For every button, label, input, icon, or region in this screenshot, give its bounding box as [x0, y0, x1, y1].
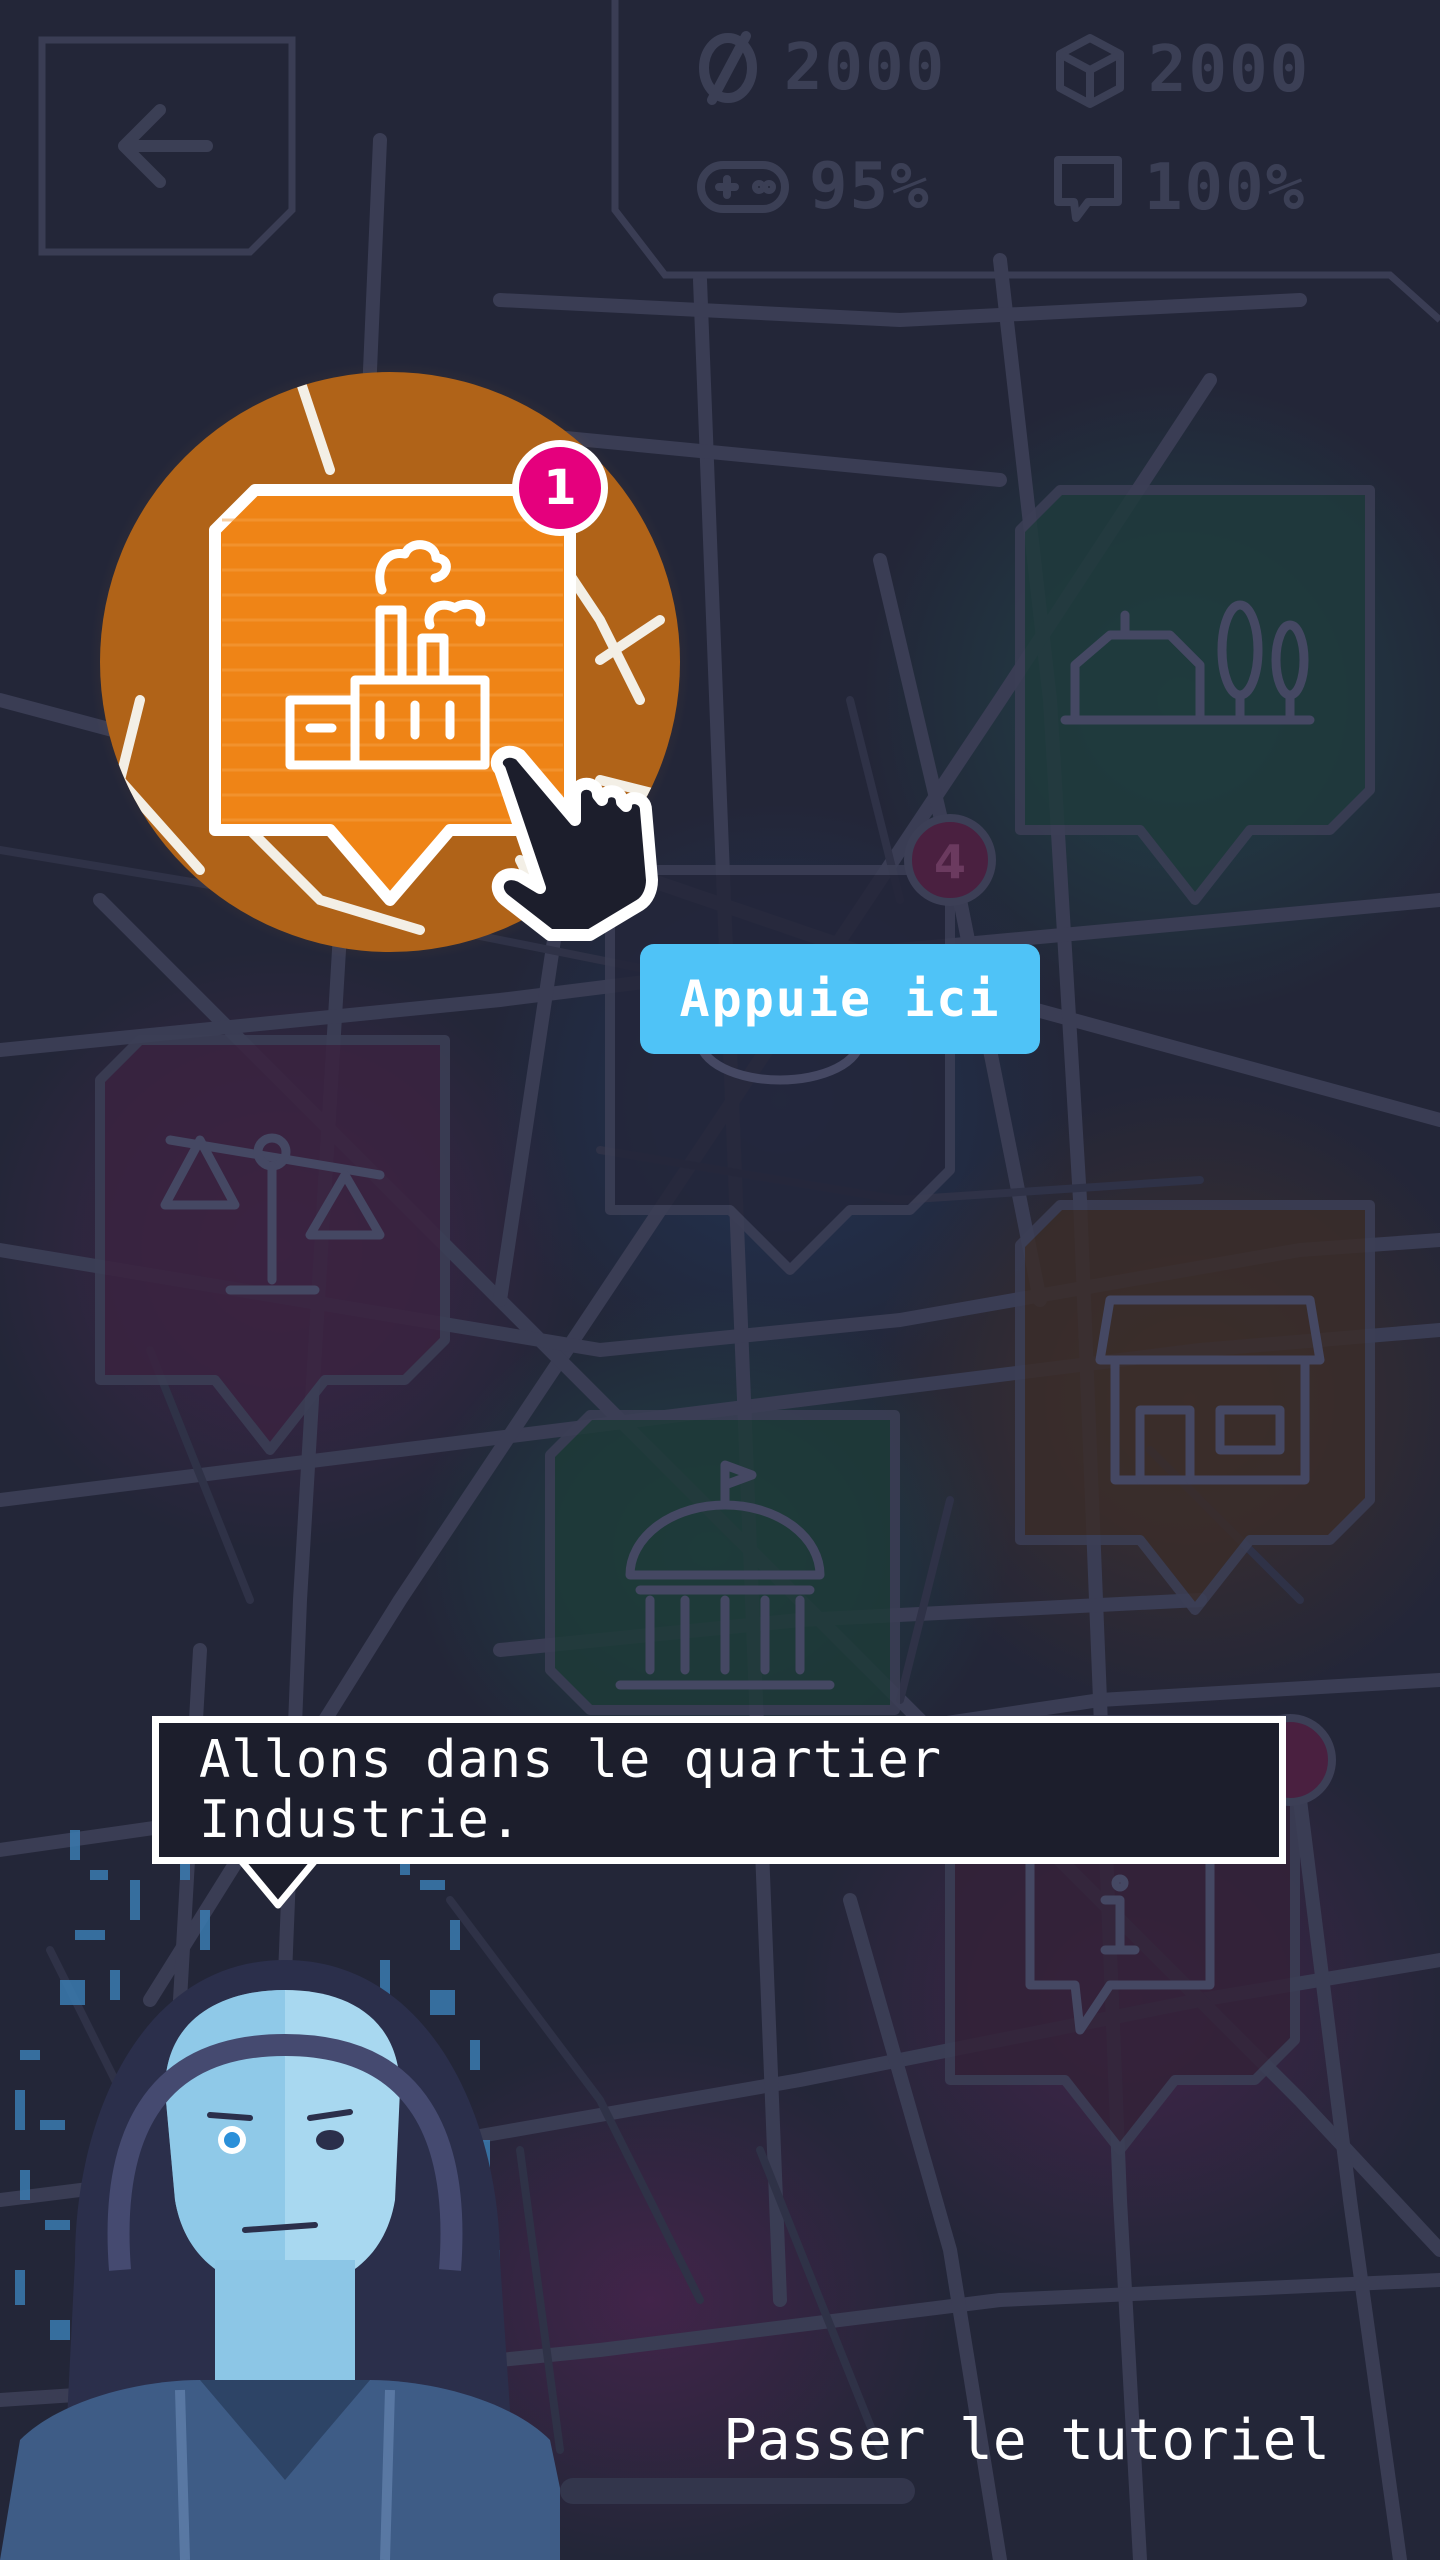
speech-bubble-tail [235, 1857, 321, 1909]
speech-bubble-text: Allons dans le quartier Industrie. [199, 1730, 943, 1850]
district-justice[interactable] [100, 1040, 445, 1450]
stat-gamepad: 95% [695, 150, 931, 224]
back-arrow-icon [118, 104, 213, 188]
stat-currency-value: 2000 [784, 31, 947, 105]
district-quartier-vert[interactable] [1020, 490, 1370, 900]
stat-gamepad-value: 95% [809, 150, 931, 224]
district-quartier-4[interactable] [610, 870, 950, 1270]
tutorial-screen: 4 1 2000 2000 95% 100% Appuie ici Allons… [0, 0, 1440, 2560]
bottom-road-bar [560, 2478, 915, 2504]
stat-chat-value: 100% [1144, 151, 1307, 225]
speech-bubble: Allons dans le quartier Industrie. [152, 1716, 1286, 1864]
skip-tutorial-button[interactable]: Passer le tutoriel [720, 2395, 1340, 2485]
district-information[interactable] [950, 1870, 1295, 2150]
cube-icon [1056, 34, 1124, 108]
district-commerce[interactable] [1020, 1205, 1370, 1610]
back-button[interactable] [42, 40, 292, 252]
chat-icon [1054, 156, 1122, 222]
stat-cube-value: 2000 [1148, 33, 1311, 107]
stat-chat: 100% [1050, 150, 1306, 226]
stat-cube: 2000 [1050, 30, 1310, 110]
gamepad-icon [697, 161, 789, 213]
stat-currency: 2000 [690, 30, 946, 106]
district-industrie[interactable] [215, 490, 575, 900]
currency-icon [699, 31, 757, 105]
hacker-avatar-icon [0, 1830, 560, 2560]
district-mairie[interactable] [550, 1415, 895, 1705]
